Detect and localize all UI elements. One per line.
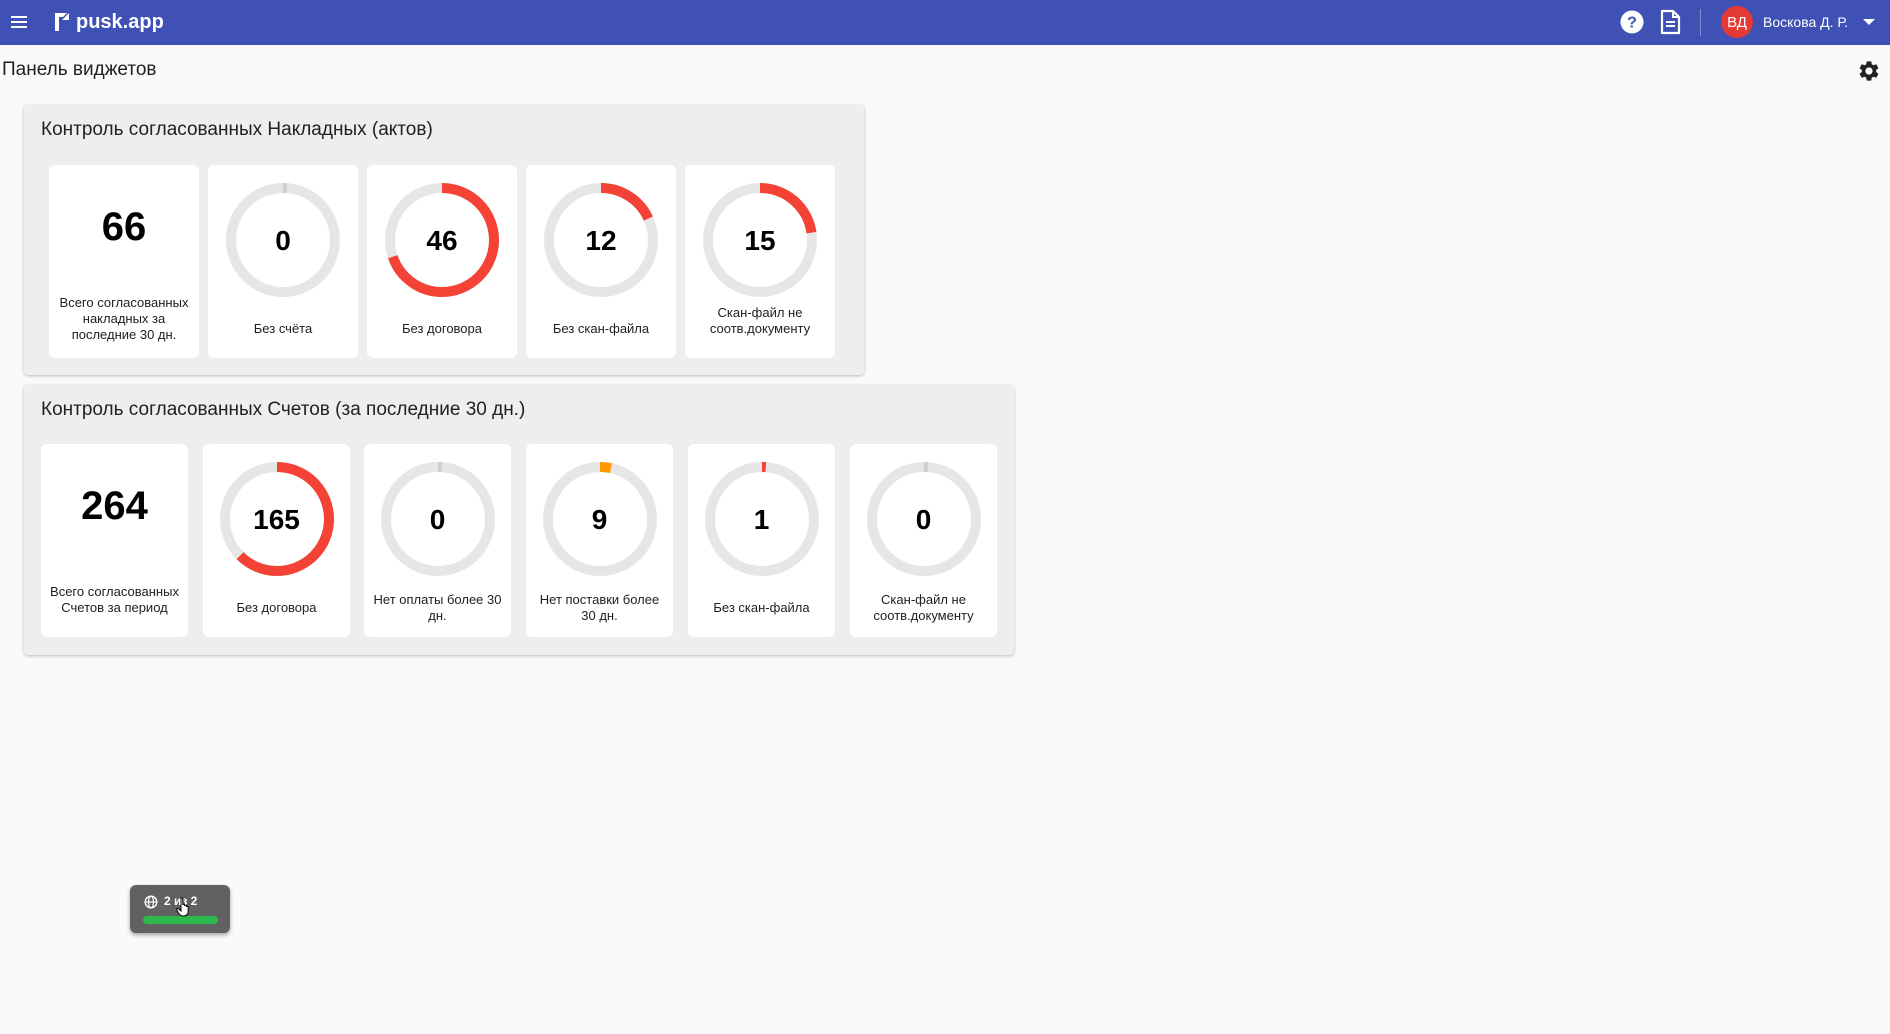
pointer-cursor-icon xyxy=(176,897,189,917)
tile-value: 66 xyxy=(101,205,147,249)
toast-progress-bar xyxy=(143,916,218,924)
widget-title: Контроль согласованных Накладных (актов) xyxy=(41,119,433,140)
tile-value: 12 xyxy=(585,225,617,256)
tile-label: Нет поставки более 30 дн. xyxy=(539,592,660,623)
tile-ring[interactable]: 165 Без договора xyxy=(203,444,350,637)
tile-ring[interactable]: 46 Без договора xyxy=(367,165,517,358)
tile-label: Без договора xyxy=(236,600,317,615)
tile-value: 9 xyxy=(591,504,608,535)
toolbar-divider xyxy=(1700,9,1701,36)
user-name[interactable]: Воскова Д. Р. xyxy=(1763,14,1848,30)
tile-value: 264 xyxy=(81,484,148,528)
document-icon[interactable] xyxy=(1657,9,1683,35)
tile-value: 0 xyxy=(915,504,932,535)
logo-icon xyxy=(55,13,69,31)
tile-total[interactable]: 66 Всего согласованных накладных за посл… xyxy=(49,165,199,358)
tile-label: Скан-файл не соотв.документу xyxy=(709,305,811,336)
tile-value: 0 xyxy=(275,225,291,256)
tile-ring[interactable]: 0 Без счёта xyxy=(208,165,358,358)
tile-ring[interactable]: 15 Скан-файл не соотв.документу xyxy=(685,165,835,358)
tile-label: Скан-файл не соотв.документу xyxy=(873,592,974,623)
tile-label: Без счёта xyxy=(253,321,313,336)
help-icon[interactable]: ? xyxy=(1619,9,1645,35)
tile-ring[interactable]: 12 Без скан-файла xyxy=(526,165,676,358)
avatar[interactable]: ВД xyxy=(1721,6,1753,38)
caret-down-icon[interactable] xyxy=(1863,19,1875,25)
tile-label: Без скан-файла xyxy=(552,321,650,336)
tile-label: Нет оплаты более 30 дн. xyxy=(373,592,502,623)
tile-label: Без скан-файла xyxy=(713,600,810,615)
widget-bills: Контроль согласованных Счетов (за послед… xyxy=(24,385,1014,655)
tile-ring[interactable]: 9 Нет поставки более 30 дн. xyxy=(526,444,673,637)
tile-value: 15 xyxy=(744,225,776,256)
globe-icon xyxy=(144,895,158,909)
app-logo[interactable]: pusk.app xyxy=(53,9,164,35)
tile-total[interactable]: 264 Всего согласованных Счетов за период xyxy=(41,444,188,637)
svg-text:?: ? xyxy=(1627,15,1637,32)
tile-ring[interactable]: 0 Нет оплаты более 30 дн. xyxy=(364,444,511,637)
widget-title: Контроль согласованных Счетов (за послед… xyxy=(41,399,526,420)
widget-invoices: Контроль согласованных Накладных (актов)… xyxy=(24,105,864,375)
menu-icon[interactable] xyxy=(8,11,30,33)
logo-text: pusk.app xyxy=(76,10,164,33)
top-app-bar: pusk.app ? ВД Воскова Д. Р. xyxy=(0,0,1890,45)
page-title: Панель виджетов xyxy=(2,59,157,80)
gear-icon[interactable] xyxy=(1857,59,1881,83)
tile-ring[interactable]: 0 Скан-файл не соотв.документу xyxy=(850,444,997,637)
tile-value: 165 xyxy=(253,504,300,535)
tile-label: Всего согласованных Счетов за период xyxy=(50,584,179,615)
tile-label: Всего согласованных накладных за последн… xyxy=(59,295,189,342)
tile-value: 46 xyxy=(426,225,458,256)
tile-value: 0 xyxy=(429,504,446,535)
tile-ring[interactable]: 1 Без скан-файла xyxy=(688,444,835,637)
tile-value: 1 xyxy=(753,504,770,535)
tile-label: Без договора xyxy=(402,321,482,336)
